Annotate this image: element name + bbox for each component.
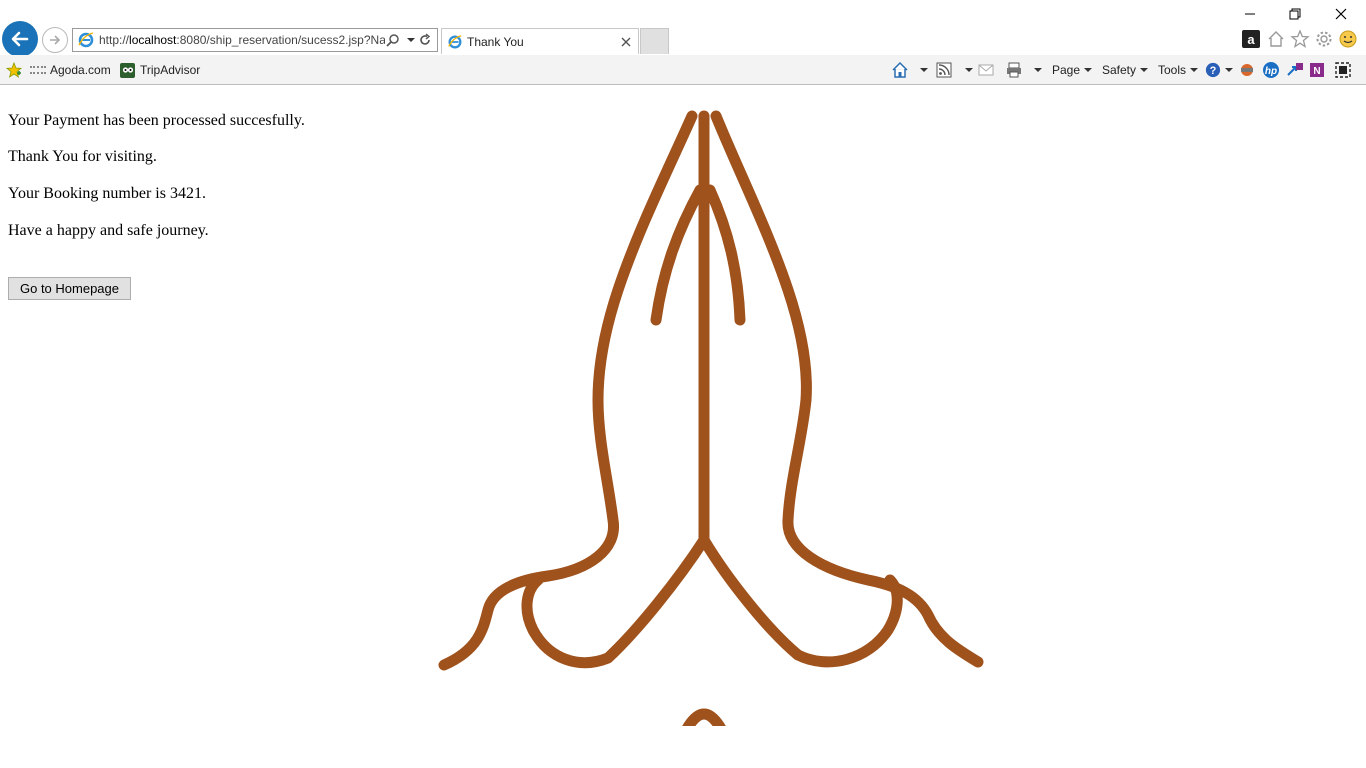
menu-tools[interactable]: Tools [1158, 62, 1199, 78]
tab-title: Thank You [467, 34, 524, 49]
dropdown-icon[interactable] [401, 31, 417, 49]
restore-icon[interactable] [1284, 4, 1306, 24]
browser-title-bar: http://localhost:8080/ship_reservation/s… [0, 0, 1366, 57]
payment-success-text: Your Payment has been processed succesfu… [8, 112, 305, 129]
help-icon[interactable]: ? [1205, 61, 1233, 79]
forward-arrow-icon [50, 35, 61, 45]
favorite-label: TripAdvisor [140, 63, 201, 77]
addon-icon[interactable] [1238, 61, 1256, 79]
feed-dropdown-icon[interactable] [958, 61, 976, 79]
menu-label: Tools [1158, 63, 1187, 77]
home-icon[interactable] [1266, 29, 1286, 49]
svg-text:N: N [1313, 66, 1320, 77]
go-to-homepage-button[interactable]: Go to Homepage [8, 277, 131, 300]
onenote-icon[interactable]: N [1308, 61, 1326, 79]
print-dropdown-icon[interactable] [1027, 61, 1045, 79]
hp-icon[interactable]: hp [1262, 61, 1280, 79]
thank-you-text: Thank You for visiting. [8, 148, 157, 165]
toolbar-right-icons: a [1242, 29, 1358, 49]
page-content: Your Payment has been processed succesfu… [0, 86, 1366, 768]
star-favorites-icon[interactable] [1290, 29, 1310, 49]
rss-feed-icon[interactable] [935, 61, 953, 79]
home-dropdown-icon[interactable] [913, 61, 931, 79]
address-bar[interactable]: http://localhost:8080/ship_reservation/s… [72, 28, 438, 52]
command-bar: Agoda.com TripAdvisor Page Safety Tools … [0, 55, 1366, 85]
tripadvisor-icon [120, 62, 135, 78]
url-scheme: http:// [99, 33, 130, 47]
mail-icon[interactable] [977, 61, 995, 79]
booking-number-text: Your Booking number is 3421. [8, 185, 206, 202]
amazon-icon[interactable]: a [1242, 30, 1260, 48]
print-icon[interactable] [1005, 61, 1023, 79]
send-to-icon[interactable] [1286, 61, 1304, 79]
back-arrow-icon [11, 31, 29, 47]
refresh-icon[interactable] [417, 31, 433, 49]
favorite-tripadvisor[interactable]: TripAdvisor [120, 62, 200, 78]
close-tab-icon[interactable] [618, 34, 634, 50]
new-tab-button[interactable] [640, 28, 669, 54]
smiley-feedback-icon[interactable] [1338, 29, 1358, 49]
agoda-icon [30, 66, 46, 74]
tab-thank-you[interactable]: Thank You [441, 28, 639, 54]
url-host: localhost [129, 33, 177, 47]
svg-text:?: ? [1210, 65, 1217, 77]
journey-wish-text: Have a happy and safe journey. [8, 222, 209, 239]
favorite-label: Agoda.com [50, 63, 111, 77]
ie-logo-icon [448, 34, 462, 48]
favorite-agoda[interactable]: Agoda.com [30, 62, 111, 78]
ie-logo-icon [78, 32, 94, 48]
menu-safety[interactable]: Safety [1102, 62, 1149, 78]
praying-hands-image [438, 110, 984, 726]
menu-label: Page [1052, 63, 1081, 77]
search-icon[interactable] [385, 31, 401, 49]
menu-label: Safety [1102, 63, 1137, 77]
home-icon[interactable] [891, 61, 909, 79]
favorites-star-icon[interactable] [5, 61, 23, 79]
gear-icon[interactable] [1314, 29, 1334, 49]
address-url[interactable]: http://localhost:8080/ship_reservation/s… [99, 33, 385, 47]
close-window-icon[interactable] [1330, 4, 1352, 24]
url-path: :8080/ship_reservation/sucess2.jsp?Nar [176, 33, 385, 47]
minimize-icon[interactable] [1239, 4, 1261, 24]
forward-button[interactable] [42, 27, 68, 53]
screenshot-icon[interactable] [1334, 61, 1352, 79]
svg-text:hp: hp [1265, 66, 1277, 77]
menu-page[interactable]: Page [1052, 62, 1093, 78]
back-button[interactable] [2, 21, 38, 57]
